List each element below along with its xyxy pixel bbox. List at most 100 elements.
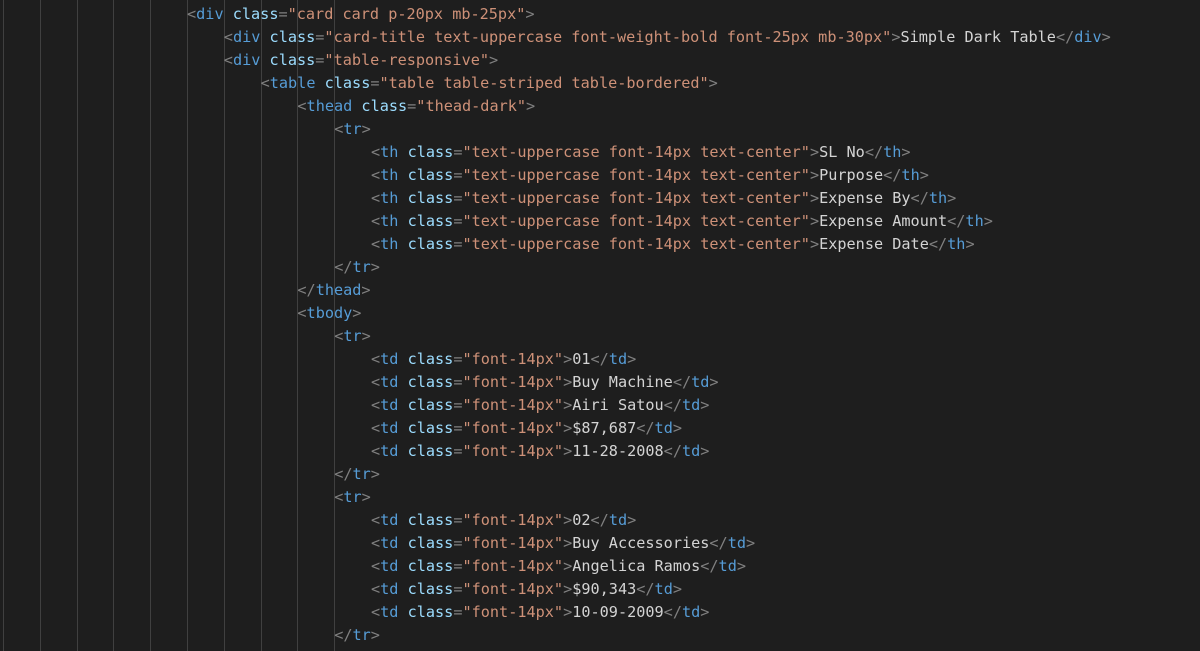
code-line[interactable]: <th class="text-uppercase font-14px text… <box>371 210 993 233</box>
code-line[interactable]: <div class="card card p-20px mb-25px"> <box>187 3 535 26</box>
code-token-punct: < <box>371 442 381 460</box>
code-token-punct: > <box>563 603 573 621</box>
code-token-tag: th <box>883 143 902 161</box>
code-token-tag: td <box>654 580 673 598</box>
code-token-punct: < <box>334 488 344 506</box>
code-token-str: "font-14px" <box>462 442 564 460</box>
code-token-punct: > <box>563 580 573 598</box>
code-line[interactable]: <tr> <box>334 325 371 348</box>
code-token-text: Buy Accessories <box>572 534 710 552</box>
code-line[interactable]: <div class="table-responsive"> <box>224 49 498 72</box>
code-token-str: "font-14px" <box>462 580 564 598</box>
code-token-punct: < <box>371 603 381 621</box>
code-token-tag: td <box>380 396 399 414</box>
code-line[interactable]: <tbody> <box>297 302 361 325</box>
indent-guide <box>150 0 151 651</box>
code-token-tag: td <box>718 557 737 575</box>
code-token-tag: tbody <box>306 304 353 322</box>
code-line[interactable]: <td class="font-14px">10-09-2009</td> <box>371 601 709 624</box>
code-token-tag: tr <box>352 626 371 644</box>
code-token-punct: < <box>371 511 381 529</box>
code-line[interactable]: <td class="font-14px">02</td> <box>371 509 636 532</box>
code-token-attr: class <box>407 419 454 437</box>
code-token-tag: table <box>269 74 316 92</box>
code-token-punct: > <box>525 5 535 23</box>
code-line[interactable]: <th class="text-uppercase font-14px text… <box>371 187 956 210</box>
indent-guide <box>3 0 4 651</box>
code-token-text: 10-09-2009 <box>572 603 664 621</box>
code-token-punct: > <box>809 212 820 230</box>
code-token-punct: < <box>297 304 307 322</box>
code-token-punct: > <box>370 258 380 276</box>
code-token-punct: < <box>371 396 381 414</box>
code-token-str: "table table-striped table-bordered" <box>379 74 709 92</box>
code-token-tag: td <box>380 580 399 598</box>
code-token-text: 11-28-2008 <box>572 442 664 460</box>
code-token-text: $90,343 <box>572 580 637 598</box>
code-token-text: SL No <box>819 143 865 161</box>
code-token-tag: thead <box>306 97 353 115</box>
code-line[interactable]: <thead class="thead-dark"> <box>297 95 535 118</box>
code-token-tag: th <box>380 143 399 161</box>
code-token-attr: class <box>407 511 454 529</box>
code-line[interactable]: <tr> <box>334 118 371 141</box>
code-line[interactable]: <div class="card-title text-uppercase fo… <box>224 26 1111 49</box>
code-token-punct: </ <box>334 626 353 644</box>
code-token-punct: > <box>627 350 637 368</box>
code-token-punct: </ <box>590 511 609 529</box>
code-token-tag: th <box>947 235 966 253</box>
code-line[interactable]: <td class="font-14px">01</td> <box>371 348 636 371</box>
code-line[interactable]: <td class="font-14px">$87,687</td> <box>371 417 682 440</box>
code-token-punct: > <box>700 396 710 414</box>
code-editor[interactable]: <div class="card card p-20px mb-25px"> <d… <box>0 0 1200 651</box>
code-token-attr: class <box>232 5 279 23</box>
code-line[interactable]: <th class="text-uppercase font-14px text… <box>371 233 975 256</box>
code-token-tag: td <box>380 511 399 529</box>
code-token-punct: > <box>965 235 975 253</box>
code-token-punct: </ <box>928 235 948 253</box>
code-token-attr: class <box>269 28 316 46</box>
code-line[interactable]: <td class="font-14px">Buy Machine</td> <box>371 371 719 394</box>
code-token-attr: class <box>407 189 454 207</box>
code-line[interactable]: <table class="table table-striped table-… <box>261 72 718 95</box>
code-line[interactable]: <td class="font-14px">Buy Accessories</t… <box>371 532 755 555</box>
indent-guide <box>40 0 41 651</box>
code-token-tag: th <box>928 189 948 207</box>
code-line[interactable]: <th class="text-uppercase font-14px text… <box>371 164 929 187</box>
code-token-punct: > <box>736 557 746 575</box>
code-token-punct: < <box>371 580 381 598</box>
code-token-punct: < <box>260 74 270 92</box>
code-token-punct: </ <box>334 258 353 276</box>
code-line[interactable]: </tr> <box>334 463 380 486</box>
code-token-str: "table-responsive" <box>324 51 490 69</box>
code-line[interactable]: </tr> <box>334 256 380 279</box>
code-line[interactable]: </tr> <box>334 624 380 647</box>
code-token-str: "card-title text-uppercase font-weight-b… <box>324 28 892 46</box>
code-token-punct: > <box>563 396 573 414</box>
code-line[interactable]: <td class="font-14px">11-28-2008</td> <box>371 440 709 463</box>
code-token-str: "text-uppercase font-14px text-center" <box>462 212 810 230</box>
code-line[interactable]: <td class="font-14px">Angelica Ramos</td… <box>371 555 746 578</box>
code-token-tag: div <box>1074 28 1102 46</box>
code-token-punct: > <box>563 557 573 575</box>
code-token-punct: > <box>563 373 573 391</box>
code-token-str: "text-uppercase font-14px text-center" <box>462 189 810 207</box>
indent-guide <box>187 0 188 651</box>
code-token-punct: </ <box>700 557 719 575</box>
code-line[interactable]: </thead> <box>297 279 370 302</box>
code-token-punct: > <box>563 442 573 460</box>
code-token-tag: td <box>608 511 628 529</box>
code-token-text: Purpose <box>819 166 884 184</box>
code-line[interactable]: <th class="text-uppercase font-14px text… <box>371 141 911 164</box>
code-line[interactable]: <td class="font-14px">$90,343</td> <box>371 578 682 601</box>
code-token-punct: < <box>371 212 381 230</box>
code-line[interactable]: <tr> <box>334 486 371 509</box>
code-line[interactable]: <td class="font-14px">Airi Satou</td> <box>371 394 709 417</box>
